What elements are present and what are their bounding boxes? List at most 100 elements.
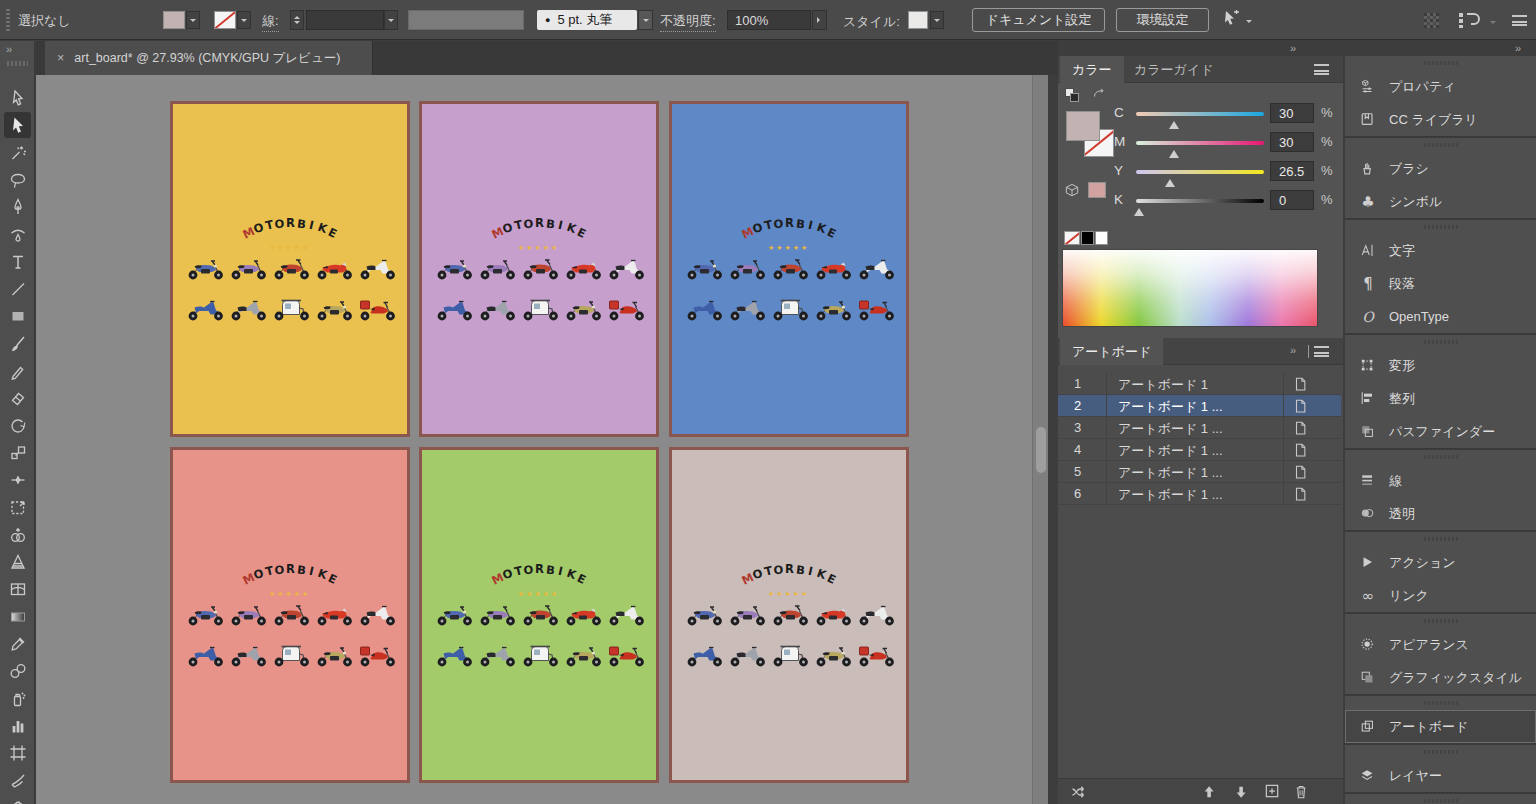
move-down-icon[interactable] bbox=[1234, 783, 1250, 801]
fill-proxy-swatch[interactable] bbox=[1066, 111, 1100, 141]
preferences-button[interactable]: 環境設定 bbox=[1116, 8, 1209, 32]
rearrange-artboards-icon[interactable] bbox=[1070, 783, 1088, 801]
paintbrush-tool[interactable] bbox=[4, 331, 31, 357]
group-grip[interactable] bbox=[1345, 614, 1536, 628]
dock1-collapse-chevron[interactable]: » bbox=[1290, 42, 1295, 54]
eyedropper-tool[interactable] bbox=[4, 631, 31, 657]
isolate-selection-icon[interactable] bbox=[1222, 9, 1242, 29]
dock-item-transform[interactable]: 変形 bbox=[1345, 349, 1536, 382]
tools-grip[interactable] bbox=[7, 61, 28, 66]
type-tool[interactable] bbox=[4, 249, 31, 275]
canvas[interactable]: MOTORBIKE★★★★★ bbox=[36, 75, 1048, 804]
perspective-grid-tool[interactable] bbox=[4, 549, 31, 575]
dock-item-cc-libraries[interactable]: CC ライブラリ bbox=[1345, 103, 1536, 136]
group-grip[interactable] bbox=[1345, 56, 1536, 70]
artboard-row-2[interactable]: 2 アートボード 1 ... bbox=[1058, 395, 1341, 417]
direct-selection-tool[interactable] bbox=[4, 85, 31, 111]
tab-color[interactable]: カラー bbox=[1060, 56, 1124, 83]
rotate-tool[interactable] bbox=[4, 413, 31, 439]
slice-tool[interactable] bbox=[4, 768, 31, 794]
artboard-row-4[interactable]: 4 アートボード 1 ... bbox=[1058, 439, 1341, 461]
stroke-color-dropdown[interactable] bbox=[237, 11, 251, 29]
delete-artboard-icon[interactable] bbox=[1294, 783, 1310, 801]
line-segment-tool[interactable] bbox=[4, 276, 31, 302]
control-bar-grip[interactable] bbox=[6, 9, 10, 31]
column-graph-tool[interactable] bbox=[4, 713, 31, 739]
artboard-tool[interactable] bbox=[4, 740, 31, 766]
dock-item-align[interactable]: 整列 bbox=[1345, 382, 1536, 415]
selection-tool[interactable] bbox=[4, 112, 31, 138]
free-transform-tool[interactable] bbox=[4, 495, 31, 521]
artboard-3[interactable]: MOTORBIKE★★★★★ bbox=[672, 104, 906, 434]
dock-item-opentype[interactable]: OOpenType bbox=[1345, 300, 1536, 333]
dock-item-layers[interactable]: レイヤー bbox=[1345, 759, 1536, 792]
artboard-row-5[interactable]: 5 アートボード 1 ... bbox=[1058, 461, 1341, 483]
slider-thumb-M[interactable] bbox=[1169, 145, 1179, 158]
artboard-row-6[interactable]: 6 アートボード 1 ... bbox=[1058, 483, 1341, 505]
style-dropdown[interactable] bbox=[930, 11, 944, 29]
style-swatch[interactable] bbox=[908, 11, 928, 29]
stroke-weight-dropdown[interactable] bbox=[384, 10, 398, 30]
stroke-weight-stepper[interactable] bbox=[290, 10, 304, 30]
dock-item-links[interactable]: ∞リンク bbox=[1345, 579, 1536, 612]
width-profile-field[interactable] bbox=[408, 10, 524, 30]
tab-color-guide[interactable]: カラーガイド bbox=[1122, 56, 1226, 83]
artboard-5[interactable]: MOTORBIKE★★★★★ bbox=[422, 450, 656, 780]
group-grip[interactable] bbox=[1345, 450, 1536, 464]
slider-track-C[interactable] bbox=[1136, 112, 1264, 116]
slider-track-Y[interactable] bbox=[1136, 170, 1264, 174]
fill-color-dropdown[interactable] bbox=[186, 11, 200, 29]
magic-wand-tool[interactable] bbox=[4, 140, 31, 166]
scale-tool[interactable] bbox=[4, 440, 31, 466]
document-setup-button[interactable]: ドキュメント設定 bbox=[972, 8, 1105, 32]
dock-item-properties[interactable]: プロパティ bbox=[1345, 70, 1536, 103]
artboard-4[interactable]: MOTORBIKE★★★★★ bbox=[173, 450, 407, 780]
new-artboard-icon[interactable] bbox=[1264, 783, 1281, 800]
page-icon[interactable] bbox=[1294, 486, 1309, 503]
brush-dropdown[interactable] bbox=[638, 10, 653, 30]
slider-value-M[interactable]: 30 bbox=[1270, 132, 1314, 152]
white-swatch[interactable] bbox=[1095, 231, 1108, 245]
tab-close-icon[interactable]: × bbox=[57, 51, 64, 65]
page-icon[interactable] bbox=[1294, 376, 1309, 393]
slider-thumb-C[interactable] bbox=[1169, 116, 1179, 129]
slider-thumb-K[interactable] bbox=[1134, 203, 1144, 216]
slider-value-K[interactable]: 0 bbox=[1270, 190, 1314, 210]
app-grid-icon[interactable] bbox=[1424, 13, 1439, 28]
group-grip[interactable] bbox=[1345, 794, 1536, 804]
eraser-tool[interactable] bbox=[4, 385, 31, 411]
page-icon[interactable] bbox=[1294, 442, 1309, 459]
opacity-options-button[interactable] bbox=[812, 10, 827, 30]
workspace-icon[interactable] bbox=[1458, 11, 1484, 29]
dock-item-actions[interactable]: アクション bbox=[1345, 546, 1536, 579]
slider-value-Y[interactable]: 26.5 bbox=[1270, 161, 1314, 181]
shape-builder-tool[interactable] bbox=[4, 522, 31, 548]
dock-item-paragraph[interactable]: ¶段落 bbox=[1345, 267, 1536, 300]
artboard-row-3[interactable]: 3 アートボード 1 ... bbox=[1058, 417, 1341, 439]
artboard-row-1[interactable]: 1 アートボード 1 bbox=[1058, 373, 1341, 395]
dock-item-graphic-styles[interactable]: グラフィックスタイル bbox=[1345, 661, 1536, 694]
black-swatch[interactable] bbox=[1081, 231, 1094, 245]
mesh-tool[interactable] bbox=[4, 576, 31, 602]
dock-item-character[interactable]: 文字 bbox=[1345, 234, 1536, 267]
color-spectrum[interactable] bbox=[1062, 249, 1318, 327]
symbol-sprayer-tool[interactable] bbox=[4, 686, 31, 712]
group-grip[interactable] bbox=[1345, 220, 1536, 234]
group-grip[interactable] bbox=[1345, 745, 1536, 759]
dock-item-artboards[interactable]: アートボード bbox=[1345, 710, 1536, 743]
brush-definition-field[interactable]: ● 5 pt. 丸筆 bbox=[537, 10, 637, 30]
page-icon[interactable] bbox=[1294, 420, 1309, 437]
dock-item-pathfinder[interactable]: パスファインダー bbox=[1345, 415, 1536, 448]
slider-value-C[interactable]: 30 bbox=[1270, 103, 1314, 123]
artboards-panel-chevron[interactable]: » bbox=[1290, 344, 1295, 356]
opacity-label[interactable]: 不透明度: bbox=[660, 12, 716, 32]
blend-tool[interactable] bbox=[4, 658, 31, 684]
slider-track-M[interactable] bbox=[1136, 141, 1264, 145]
hand-tool[interactable] bbox=[4, 795, 31, 804]
gradient-tool[interactable] bbox=[4, 604, 31, 630]
color-panel-menu-icon[interactable] bbox=[1314, 64, 1329, 75]
move-up-icon[interactable] bbox=[1202, 783, 1218, 801]
tab-artboards[interactable]: アートボード bbox=[1060, 338, 1163, 365]
stroke-label[interactable]: 線: bbox=[262, 12, 279, 32]
shaper-tool[interactable] bbox=[4, 358, 31, 384]
